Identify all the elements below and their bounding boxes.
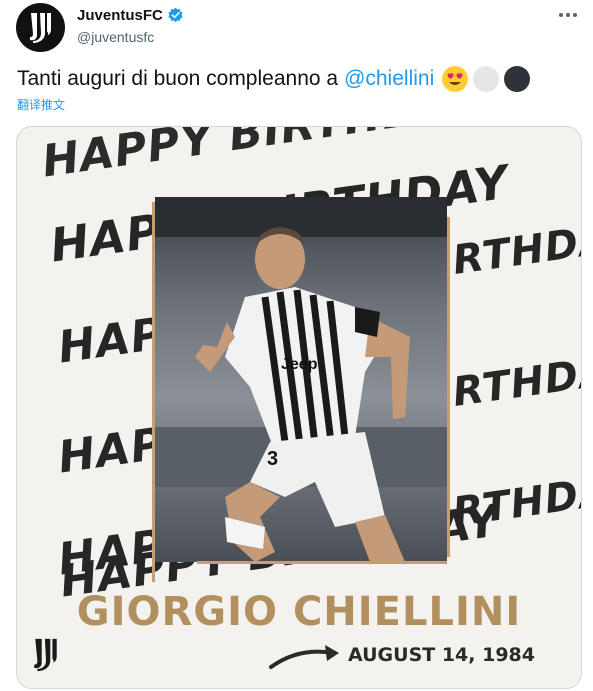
- tweet-body: Tanti auguri di buon compleanno a: [17, 67, 339, 90]
- player-name: GIORGIO CHIELLINI: [76, 589, 522, 635]
- birth-date: AUGUST 14, 1984: [348, 644, 535, 666]
- mention-link[interactable]: @chiellini: [344, 67, 434, 91]
- player-figure: Jeep 3: [155, 197, 447, 562]
- jersey-number: 3: [267, 448, 278, 470]
- frame-line-right: [447, 217, 450, 557]
- juventus-logo-icon: [34, 638, 57, 672]
- avatar[interactable]: [16, 3, 65, 52]
- heart-eyes-emoji: [442, 66, 469, 92]
- verified-badge-icon: [168, 7, 183, 23]
- translate-tweet-link[interactable]: 翻译推文: [17, 96, 65, 113]
- author-name-row[interactable]: JuventusFC: [77, 7, 184, 24]
- jersey-sponsor: Jeep: [281, 356, 318, 373]
- frame-line-left: [152, 202, 155, 582]
- arrow-icon: [269, 645, 339, 669]
- player-photo: Jeep 3: [155, 197, 447, 562]
- juventus-logo-icon: [29, 12, 51, 43]
- display-name[interactable]: JuventusFC: [77, 7, 163, 24]
- handle[interactable]: @juventusfc: [77, 29, 154, 45]
- frame-line-bottom: [197, 561, 447, 564]
- tweet-text: Tanti auguri di buon compleanno a @chiel…: [17, 66, 531, 92]
- more-options-icon[interactable]: [553, 4, 583, 26]
- media-card[interactable]: HAPPY BIRTHDAY HAPPY BIRTHDAY HAPPY BIRT…: [16, 126, 582, 689]
- black-circle-emoji: [504, 66, 531, 92]
- white-circle-emoji: [473, 66, 500, 92]
